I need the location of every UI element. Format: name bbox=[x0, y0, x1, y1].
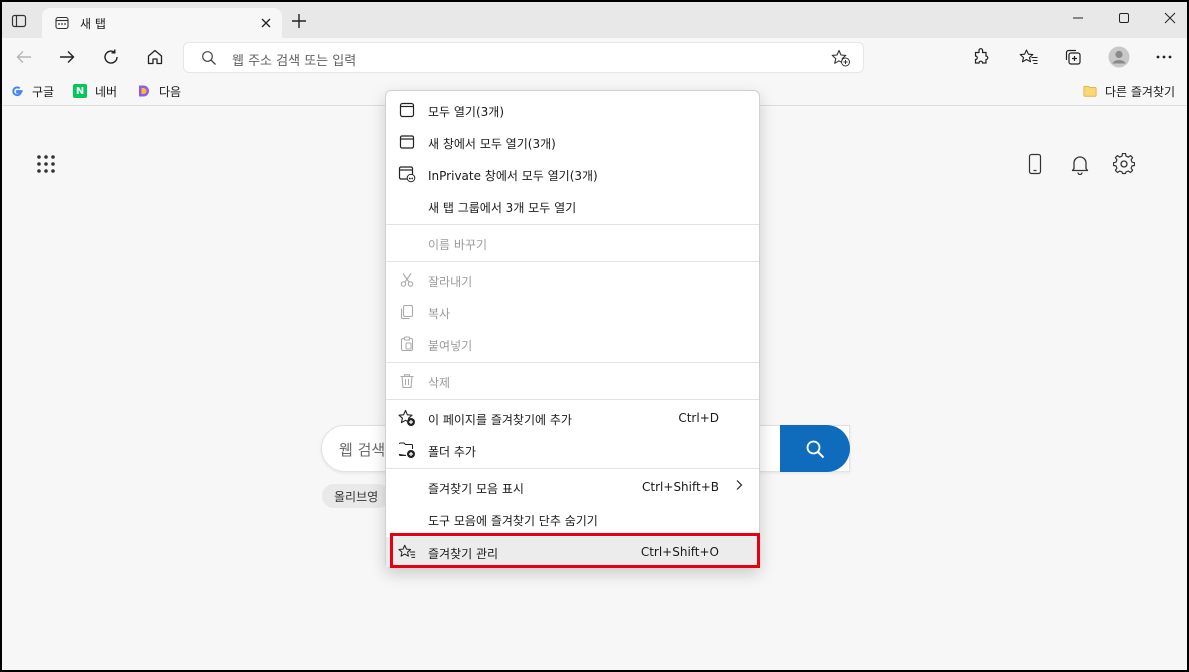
address-placeholder: 웹 주소 검색 또는 입력 bbox=[232, 54, 357, 69]
settings-gear-icon[interactable] bbox=[1112, 152, 1136, 178]
new-tab-favicon-icon bbox=[54, 15, 70, 31]
menu-label: 모두 열기(3개) bbox=[428, 105, 505, 119]
web-search-button[interactable] bbox=[780, 425, 850, 472]
toolbar: 웹 주소 검색 또는 입력 bbox=[2, 38, 1187, 76]
menu-open-all-tab-group[interactable]: 새 탭 그룹에서 3개 모두 열기 bbox=[386, 191, 759, 221]
more-options-icon[interactable] bbox=[1150, 43, 1178, 71]
menu-separator bbox=[386, 261, 759, 262]
menu-open-all-new-window[interactable]: 새 창에서 모두 열기(3개) bbox=[386, 127, 759, 157]
menu-separator bbox=[386, 224, 759, 225]
favorites-context-menu: 모두 열기(3개) 새 창에서 모두 열기(3개) InPrivate 창에서 … bbox=[385, 90, 760, 568]
notifications-icon[interactable] bbox=[1069, 153, 1091, 178]
maximize-icon[interactable] bbox=[1101, 2, 1147, 34]
mobile-icon[interactable] bbox=[1028, 153, 1042, 178]
menu-label: 잘라내기 bbox=[428, 275, 473, 289]
tab-title: 새 탭 bbox=[80, 16, 106, 31]
new-tab-button[interactable] bbox=[288, 10, 310, 32]
favorite-daum[interactable]: 다음 bbox=[137, 82, 181, 100]
menu-hide-favorites-button[interactable]: 도구 모음에 즐겨찾기 단추 숨기기 bbox=[386, 504, 759, 534]
close-window-icon[interactable] bbox=[1147, 2, 1187, 34]
browser-window: 새 탭 웹 주소 검색 또는 입력 구글 N 네버 다음 다른 즐겨찾기 웹 검… bbox=[2, 2, 1187, 670]
refresh-icon[interactable] bbox=[97, 43, 125, 71]
menu-label: 이름 바꾸기 bbox=[428, 238, 488, 252]
menu-separator bbox=[386, 399, 759, 400]
favorite-label: 다음 bbox=[159, 84, 182, 99]
menu-open-all[interactable]: 모두 열기(3개) bbox=[386, 95, 759, 125]
home-icon[interactable] bbox=[141, 43, 169, 71]
menu-shortcut: Ctrl+Shift+O bbox=[640, 545, 719, 559]
menu-show-favorites-bar[interactable]: 즐겨찾기 모음 표시 Ctrl+Shift+B bbox=[386, 472, 759, 502]
menu-label: 복사 bbox=[428, 307, 451, 321]
naver-icon: N bbox=[73, 84, 87, 98]
favorite-google[interactable]: 구글 bbox=[10, 82, 54, 100]
menu-paste: 붙여넣기 bbox=[386, 329, 759, 359]
web-search-placeholder: 웹 검색 bbox=[339, 441, 386, 459]
menu-rename: 이름 바꾸기 bbox=[386, 228, 759, 258]
trash-icon bbox=[398, 372, 416, 390]
menu-add-page-to-favorites[interactable]: 이 페이지를 즐겨찾기에 추가 Ctrl+D bbox=[386, 403, 759, 433]
menu-shortcut: Ctrl+Shift+B bbox=[642, 480, 719, 494]
search-icon bbox=[806, 440, 825, 458]
menu-shortcut: Ctrl+D bbox=[678, 411, 719, 425]
scissors-icon bbox=[398, 271, 416, 289]
menu-label: 새 창에서 모두 열기(3개) bbox=[428, 137, 556, 151]
add-folder-icon bbox=[398, 441, 416, 459]
inprivate-window-icon bbox=[398, 165, 416, 183]
favorite-label: 구글 bbox=[32, 84, 55, 99]
minimize-icon[interactable] bbox=[1055, 2, 1101, 34]
menu-label: 붙여넣기 bbox=[428, 339, 473, 353]
menu-copy: 복사 bbox=[386, 297, 759, 327]
manage-favorites-icon bbox=[398, 543, 416, 561]
menu-label: 새 탭 그룹에서 3개 모두 열기 bbox=[428, 201, 577, 215]
folder-icon bbox=[1083, 84, 1097, 98]
favorites-icon[interactable] bbox=[1015, 43, 1043, 71]
tab-actions-icon[interactable] bbox=[8, 10, 30, 32]
menu-add-folder[interactable]: 폴더 추가 bbox=[386, 435, 759, 465]
favorite-naver[interactable]: N 네버 bbox=[73, 82, 117, 100]
daum-icon bbox=[137, 84, 151, 98]
menu-manage-favorites[interactable]: 즐겨찾기 관리 Ctrl+Shift+O bbox=[386, 537, 759, 567]
tab-new-tab[interactable]: 새 탭 bbox=[42, 8, 282, 38]
chevron-right-icon bbox=[735, 479, 743, 494]
add-favorite-icon[interactable] bbox=[831, 49, 851, 70]
search-icon bbox=[201, 50, 217, 69]
menu-label: 즐겨찾기 모음 표시 bbox=[428, 482, 524, 496]
menu-separator bbox=[386, 362, 759, 363]
menu-label: 즐겨찾기 관리 bbox=[428, 547, 499, 561]
menu-label: 이 페이지를 즐겨찾기에 추가 bbox=[428, 413, 572, 427]
copy-icon bbox=[398, 303, 416, 321]
menu-label: 삭제 bbox=[428, 376, 451, 390]
add-favorite-icon bbox=[398, 409, 416, 427]
menu-cut: 잘라내기 bbox=[386, 265, 759, 295]
address-bar[interactable]: 웹 주소 검색 또는 입력 bbox=[183, 42, 864, 73]
collections-icon[interactable] bbox=[1059, 43, 1087, 71]
quick-link-chip[interactable]: 올리브영 bbox=[322, 484, 391, 508]
other-favorites[interactable]: 다른 즐겨찾기 bbox=[1083, 82, 1175, 100]
profile-avatar[interactable] bbox=[1105, 43, 1133, 71]
apps-launcher-icon[interactable] bbox=[36, 154, 56, 177]
menu-label: 폴더 추가 bbox=[428, 445, 476, 459]
menu-delete: 삭제 bbox=[386, 366, 759, 396]
tab-close-icon[interactable] bbox=[258, 15, 274, 31]
favorite-label: 네버 bbox=[95, 84, 118, 99]
other-favorites-label: 다른 즐겨찾기 bbox=[1105, 84, 1176, 99]
extensions-icon[interactable] bbox=[967, 43, 995, 71]
tab-icon bbox=[398, 101, 416, 119]
window-icon bbox=[398, 133, 416, 151]
menu-open-all-inprivate[interactable]: InPrivate 창에서 모두 열기(3개) bbox=[386, 159, 759, 189]
back-icon[interactable] bbox=[10, 43, 38, 71]
google-icon bbox=[10, 84, 24, 98]
tab-strip: 새 탭 bbox=[2, 2, 1187, 38]
menu-separator bbox=[386, 468, 759, 469]
menu-label: InPrivate 창에서 모두 열기(3개) bbox=[428, 169, 598, 183]
menu-label: 도구 모음에 즐겨찾기 단추 숨기기 bbox=[428, 514, 598, 528]
paste-icon bbox=[398, 335, 416, 353]
forward-icon[interactable] bbox=[53, 43, 81, 71]
